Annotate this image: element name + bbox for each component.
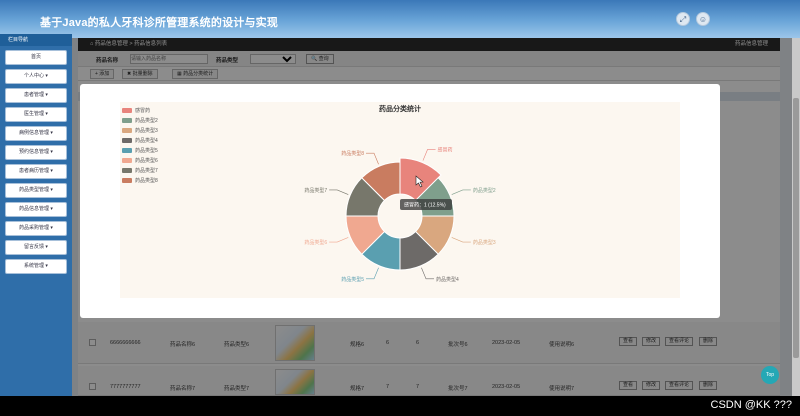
slice-label-line: [422, 149, 436, 161]
sidebar-title: 栏目导航: [0, 34, 72, 46]
sidebar-item-cases[interactable]: 病例信息管理 ▾: [5, 126, 67, 141]
slice-label: 药品类型3: [473, 239, 496, 246]
sidebar-item-drug-types[interactable]: 药品类型管理 ▾: [5, 183, 67, 198]
sidebar-item-appointments[interactable]: 预约信息管理 ▾: [5, 145, 67, 160]
sidebar-item-home[interactable]: 首页: [5, 50, 67, 65]
sidebar-item-drug-info[interactable]: 药品信息管理 ▾: [5, 202, 67, 217]
slice-label: 感冒药: [438, 146, 453, 153]
stats-modal: 药品分类统计 感冒药 药品类型2 药品类型3 药品类型4 药品类型5 药品类型6 药品类型7…: [80, 84, 720, 318]
sidebar-item-personal[interactable]: 个人中心 ▾: [5, 69, 67, 84]
slice-label-line: [421, 267, 435, 280]
watermark: CSDN @KK ???: [710, 399, 792, 411]
slice-label: 药品类型4: [436, 276, 459, 283]
slice-label: 药品类型7: [304, 187, 327, 194]
slice-label: 药品类型2: [473, 187, 496, 194]
sidebar: 栏目导航 首页 个人中心 ▾ 患者管理 ▾ 医生管理 ▾ 病例信息管理 ▾ 预约…: [0, 34, 72, 396]
app-header: 基于Java的私人牙科诊所管理系统的设计与实现 ⤢ ☺: [0, 0, 800, 38]
slice-label-line: [451, 237, 471, 243]
page-scrollbar[interactable]: [792, 38, 800, 396]
scrollbar-thumb[interactable]: [793, 98, 799, 358]
slice-label: 药品类型5: [341, 276, 364, 283]
sidebar-item-patients[interactable]: 患者管理 ▾: [5, 88, 67, 103]
sidebar-item-feedback[interactable]: 留言反馈 ▾: [5, 240, 67, 255]
slice-label-line: [365, 267, 379, 280]
slice-label: 药品类型8: [341, 150, 364, 157]
app-title: 基于Java的私人牙科诊所管理系统的设计与实现: [40, 17, 279, 29]
chart-tooltip: 感冒药：1 (12.5%): [400, 199, 452, 210]
back-to-top-button[interactable]: Top: [761, 366, 779, 384]
sidebar-item-system[interactable]: 系统管理 ▾: [5, 259, 67, 274]
pie-chart[interactable]: 感冒药药品类型2 药品类型3 药品类型4 药品类型5 药品类型6 药品类型7 药品类型8 感冒…: [120, 102, 680, 298]
bottom-bar: CSDN @KK ???: [0, 396, 800, 416]
user-icon[interactable]: ☺: [696, 12, 710, 26]
sidebar-item-doctors[interactable]: 医生管理 ▾: [5, 107, 67, 122]
chart-area: 药品分类统计 感冒药 药品类型2 药品类型3 药品类型4 药品类型5 药品类型6 药品类型7…: [120, 102, 680, 298]
slice-label-line: [365, 152, 379, 165]
slice-label: 药品类型6: [304, 239, 327, 246]
slice-label-line: [329, 189, 349, 195]
slice-label-line: [329, 237, 349, 243]
sidebar-item-purchases[interactable]: 药品采购管理 ▾: [5, 221, 67, 236]
sidebar-item-records[interactable]: 患者病历管理 ▾: [5, 164, 67, 179]
expand-icon[interactable]: ⤢: [676, 12, 690, 26]
slice-label-line: [451, 189, 471, 195]
tooltip-text: 感冒药：1 (12.5%): [404, 202, 446, 209]
